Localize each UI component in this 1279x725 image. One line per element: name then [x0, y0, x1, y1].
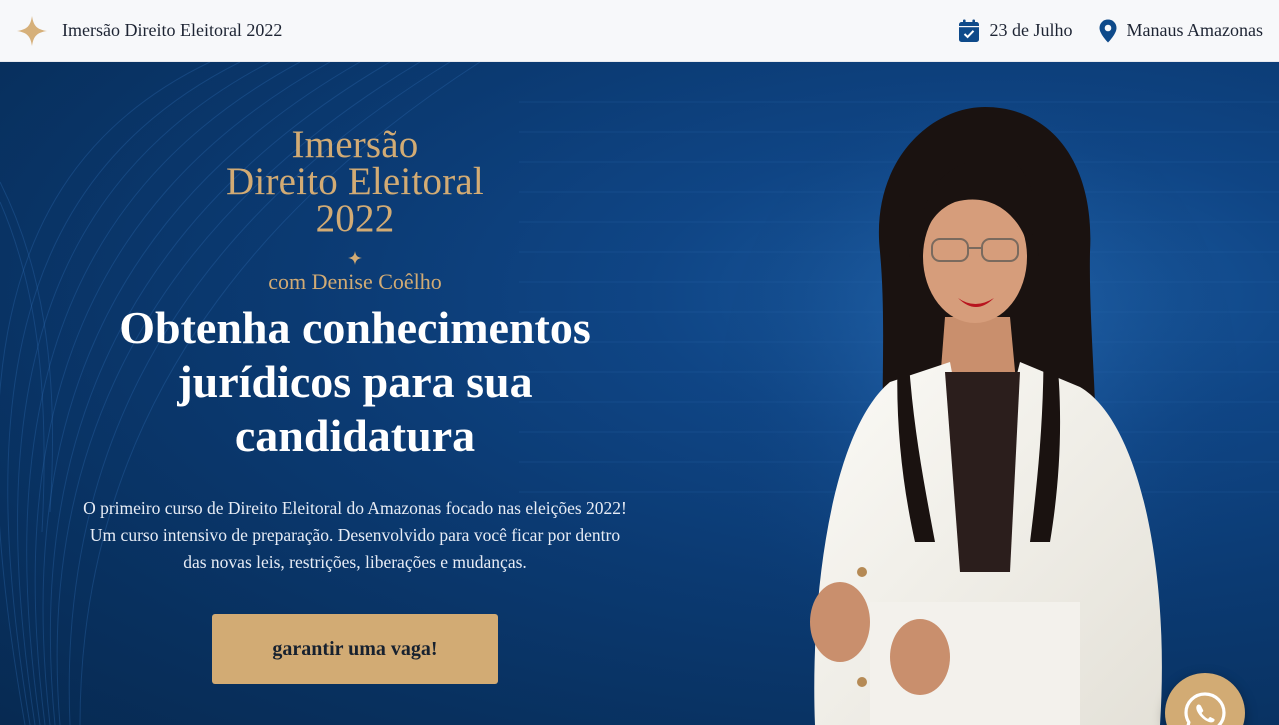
description-line-2: Um curso intensivo de preparação. Desenv…: [89, 525, 621, 545]
event-location: Manaus Amazonas: [1099, 19, 1263, 43]
description-line-3: das novas leis, restrições, liberações e…: [183, 552, 527, 572]
site-title: Imersão Direito Eleitoral 2022: [62, 20, 283, 40]
whatsapp-icon: [1184, 692, 1226, 725]
event-date-text: 23 de Julho: [989, 20, 1073, 40]
reserve-spot-button[interactable]: garantir uma vaga!: [212, 614, 498, 684]
headline-line-2: jurídicos para sua: [177, 356, 533, 407]
speaker-photo: [720, 102, 1240, 725]
headline-line-1: Obtenha conhecimentos: [119, 302, 591, 353]
headline-line-3: candidatura: [234, 410, 476, 461]
hero-description: O primeiro curso de Direito Eleitoral do…: [40, 495, 670, 576]
instructor-subtitle: com Denise Coêlho: [268, 269, 442, 294]
map-pin-icon: [1099, 19, 1117, 42]
event-date: 23 de Julho: [958, 19, 1073, 43]
brand[interactable]: Imersão Direito Eleitoral 2022: [16, 15, 282, 47]
calendar-icon: [958, 19, 979, 42]
hero-section: Imersão Direito Eleitoral 2022 com Denis…: [0, 62, 1279, 725]
hero-headline: Obtenha conhecimentos jurídicos para sua…: [40, 301, 670, 463]
top-bar: Imersão Direito Eleitoral 2022 23 de Jul…: [0, 0, 1279, 62]
event-title: Imersão Direito Eleitoral 2022: [40, 125, 670, 240]
four-point-star-icon: [17, 15, 47, 46]
four-point-star-icon: [348, 251, 362, 265]
event-location-text: Manaus Amazonas: [1126, 20, 1263, 40]
event-title-line-3: 2022: [315, 197, 395, 240]
description-line-1: O primeiro curso de Direito Eleitoral do…: [83, 498, 627, 518]
hero-copy: Imersão Direito Eleitoral 2022 com Denis…: [40, 125, 670, 684]
